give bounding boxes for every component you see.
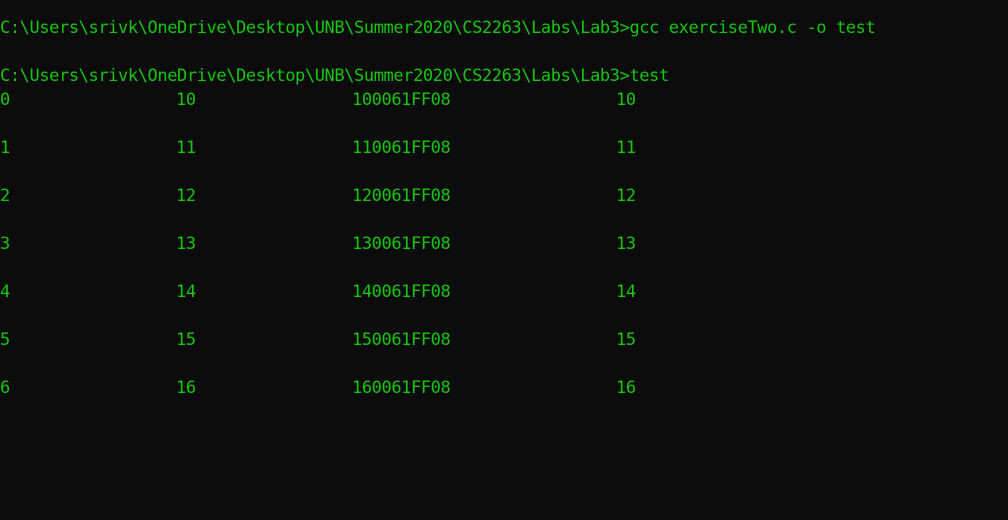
output-row: 2 12 120061FF08 12 xyxy=(0,184,1008,208)
output-index: 5 xyxy=(0,330,10,350)
output-value: 11 xyxy=(176,138,196,158)
output-pointer-value: 16 xyxy=(616,378,636,398)
output-index: 6 xyxy=(0,378,10,398)
output-value: 14 xyxy=(176,282,196,302)
output-index: 3 xyxy=(0,234,10,254)
output-pointer-value: 13 xyxy=(616,234,636,254)
command-text: gcc exerciseTwo.c -o test xyxy=(629,18,876,38)
output-pointer-value: 11 xyxy=(616,138,636,158)
output-row: 5 15 150061FF08 15 xyxy=(0,328,1008,352)
output-value: 10 xyxy=(176,90,196,110)
output-row: 1 11 110061FF08 11 xyxy=(0,136,1008,160)
output-row: 3 13 130061FF08 13 xyxy=(0,232,1008,256)
output-address: 160061FF08 xyxy=(352,378,451,398)
command-line: C:\Users\srivk\OneDrive\Desktop\UNB\Summ… xyxy=(0,16,876,40)
prompt-path: C:\Users\srivk\OneDrive\Desktop\UNB\Summ… xyxy=(0,66,630,86)
output-row: 6 16 160061FF08 16 xyxy=(0,376,1008,400)
output-value: 15 xyxy=(176,330,196,350)
output-pointer-value: 12 xyxy=(616,186,636,206)
output-index: 1 xyxy=(0,138,10,158)
command-text: test xyxy=(629,66,669,86)
output-index: 2 xyxy=(0,186,10,206)
output-address: 120061FF08 xyxy=(352,186,451,206)
output-index: 4 xyxy=(0,282,10,302)
output-address: 140061FF08 xyxy=(352,282,451,302)
output-address: 130061FF08 xyxy=(352,234,451,254)
command-line: C:\Users\srivk\OneDrive\Desktop\UNB\Summ… xyxy=(0,64,669,88)
output-pointer-value: 10 xyxy=(616,90,636,110)
output-pointer-value: 15 xyxy=(616,330,636,350)
output-address: 150061FF08 xyxy=(352,330,451,350)
output-value: 13 xyxy=(176,234,196,254)
output-index: 0 xyxy=(0,90,10,110)
output-address: 100061FF08 xyxy=(352,90,451,110)
console-window[interactable]: C:\Users\srivk\OneDrive\Desktop\UNB\Summ… xyxy=(0,0,1008,412)
output-value: 12 xyxy=(176,186,196,206)
prompt-path: C:\Users\srivk\OneDrive\Desktop\UNB\Summ… xyxy=(0,18,630,38)
output-row: 0 10 100061FF08 10 xyxy=(0,88,1008,112)
output-value: 16 xyxy=(176,378,196,398)
output-address: 110061FF08 xyxy=(352,138,451,158)
output-row: 4 14 140061FF08 14 xyxy=(0,280,1008,304)
output-pointer-value: 14 xyxy=(616,282,636,302)
